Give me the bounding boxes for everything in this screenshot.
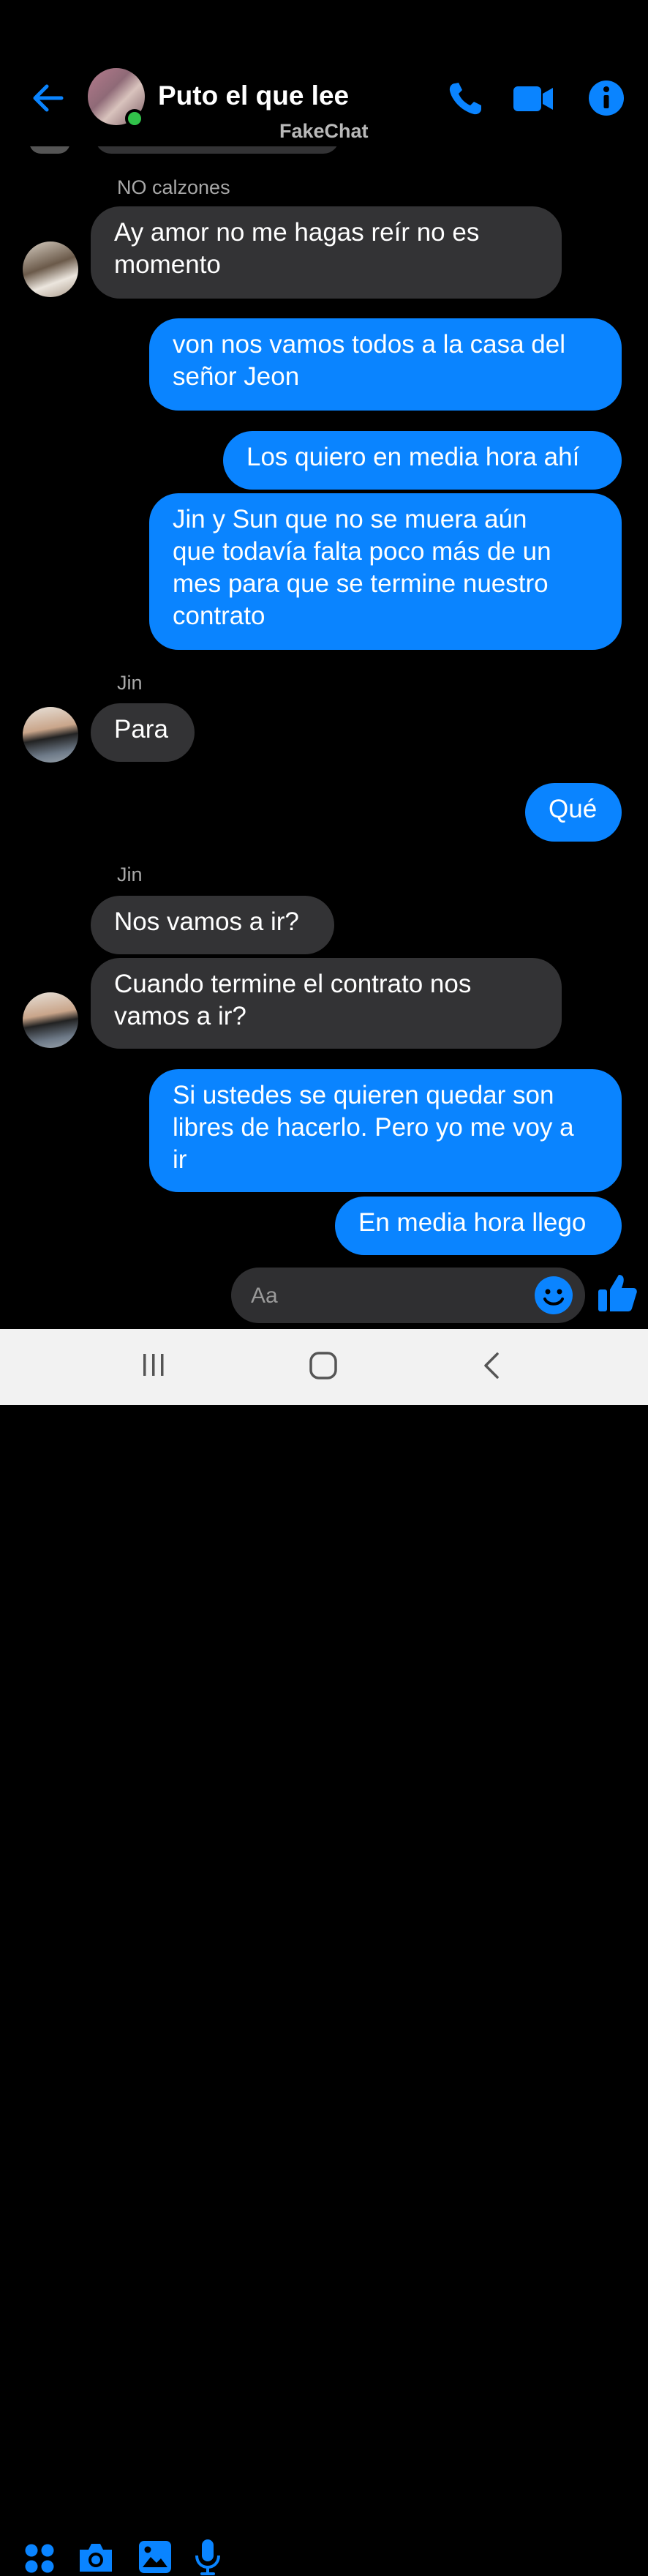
back-arrow-icon[interactable] — [29, 79, 67, 117]
message-bubble-outgoing[interactable]: Jin y Sun que no se muera aún que todaví… — [149, 493, 622, 650]
recents-icon[interactable] — [142, 1351, 165, 1380]
message-input-placeholder: Aa — [251, 1284, 278, 1308]
camera-icon[interactable] — [77, 2541, 115, 2575]
app-watermark: FakeChat — [279, 120, 369, 142]
system-navigation-bar — [0, 1329, 648, 1405]
online-status-indicator — [125, 109, 144, 128]
back-icon[interactable] — [480, 1351, 503, 1380]
microphone-icon[interactable] — [193, 2538, 222, 2576]
message-bubble-outgoing[interactable]: Los quiero en media hora ahí — [223, 431, 622, 490]
message-bubble-incoming[interactable]: Cuando termine el contrato nos vamos a i… — [91, 958, 562, 1049]
sender-name-label: Jin — [117, 864, 143, 886]
home-icon[interactable] — [309, 1351, 338, 1380]
chat-header: Puto el que lee FakeChat — [0, 0, 648, 146]
message-bubble-outgoing[interactable]: von nos vamos todos a la casa del señor … — [149, 318, 622, 411]
video-camera-icon[interactable] — [512, 79, 554, 117]
message-bubble-incoming[interactable]: Nos vamos a ir? — [91, 896, 334, 954]
message-bubble-incoming[interactable]: Ay amor no me hagas reír no es momento — [91, 206, 562, 299]
sender-name-label: NO calzones — [117, 176, 230, 198]
message-bubble-outgoing[interactable]: Si ustedes se quieren quedar son libres … — [149, 1069, 622, 1192]
chat-title[interactable]: Puto el que lee — [158, 80, 349, 111]
sender-avatar-jin[interactable] — [23, 707, 78, 763]
message-input[interactable] — [231, 1268, 585, 1323]
message-bubble-outgoing[interactable]: En media hora llego — [335, 1197, 622, 1255]
thumbs-up-icon[interactable] — [597, 1272, 638, 1314]
image-icon[interactable] — [137, 2539, 173, 2575]
apps-grid-icon[interactable] — [23, 2542, 56, 2575]
info-icon[interactable] — [585, 79, 628, 117]
sender-avatar-jin[interactable] — [23, 992, 78, 1048]
emoji-icon[interactable] — [534, 1276, 573, 1315]
message-bubble-outgoing[interactable]: Qué — [525, 783, 622, 842]
sender-name-label: Jin — [117, 672, 143, 694]
message-bubble-incoming[interactable]: Para — [91, 703, 195, 762]
sender-avatar[interactable] — [23, 242, 78, 297]
phone-icon[interactable] — [446, 79, 489, 117]
